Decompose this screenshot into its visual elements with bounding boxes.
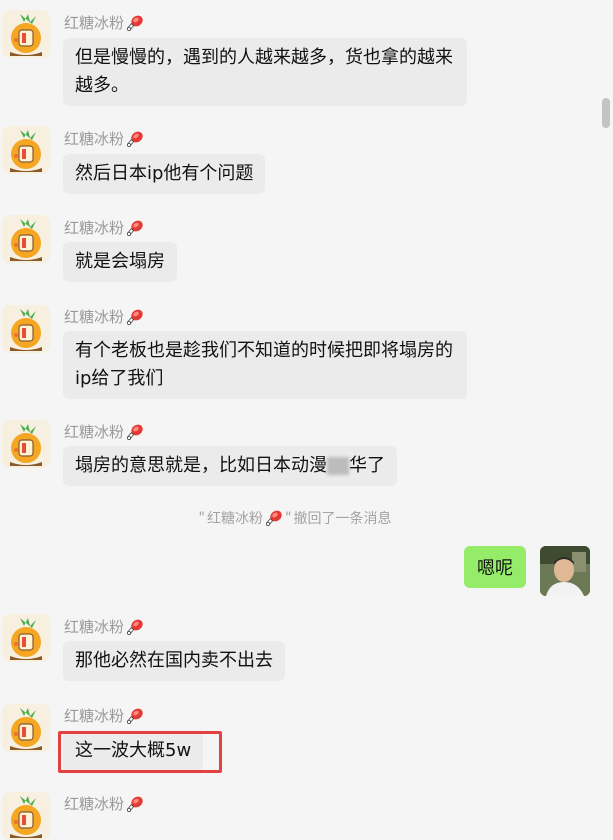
- drumstick-emoji-icon: [126, 308, 144, 326]
- quote-open: ": [198, 510, 205, 526]
- drumstick-emoji-icon: [126, 219, 144, 237]
- cartoon-carrot-avatar-icon: [2, 305, 50, 353]
- sender-name: 红糖冰粉: [64, 795, 125, 813]
- drumstick-emoji-icon: [126, 423, 144, 441]
- recall-text: 撤回了一条消息: [293, 511, 392, 527]
- sender-avatar[interactable]: [2, 305, 50, 353]
- drumstick-emoji-icon: [126, 795, 144, 813]
- message-text-part: 华了: [349, 455, 385, 476]
- sender-name: 红糖冰粉: [64, 219, 125, 237]
- quote-close: ": [285, 510, 292, 526]
- sender-name: 红糖冰粉: [64, 130, 125, 148]
- my-avatar[interactable]: [540, 546, 590, 596]
- message-bubble[interactable]: 那他必然在国内卖不出去: [63, 641, 285, 681]
- sender-name-row: 红糖冰粉: [64, 421, 144, 442]
- sender-name-row: 红糖冰粉: [64, 616, 144, 637]
- sender-avatar[interactable]: [2, 614, 50, 662]
- recall-notice: " 红糖冰粉 " 撤回了一条消息: [0, 508, 590, 528]
- drumstick-emoji-icon: [126, 707, 144, 725]
- sender-name: 红糖冰粉: [64, 14, 125, 32]
- sender-avatar[interactable]: [2, 10, 50, 58]
- sender-avatar[interactable]: [2, 215, 50, 263]
- sender-name-row: 红糖冰粉: [64, 217, 144, 238]
- cartoon-carrot-avatar-icon: [2, 215, 50, 263]
- drumstick-emoji-icon: [126, 618, 144, 636]
- cartoon-carrot-avatar-icon: [2, 614, 50, 662]
- sender-name-row: 红糖冰粉: [64, 12, 144, 33]
- sender-name-row: 红糖冰粉: [64, 128, 144, 149]
- sender-name-row: 红糖冰粉: [64, 793, 144, 814]
- scrollbar-thumb[interactable]: [602, 98, 610, 128]
- message-bubble[interactable]: 有个老板也是趁我们不知道的时候把即将塌房的ip给了我们: [63, 331, 467, 399]
- cartoon-carrot-avatar-icon: [2, 10, 50, 58]
- sender-avatar[interactable]: [2, 420, 50, 468]
- drumstick-emoji-icon: [126, 14, 144, 32]
- sender-name: 红糖冰粉: [64, 707, 125, 725]
- cartoon-carrot-avatar-icon: [2, 420, 50, 468]
- sender-name-row: 红糖冰粉: [64, 705, 144, 726]
- sender-name-row: 红糖冰粉: [64, 306, 144, 327]
- message-bubble[interactable]: 但是慢慢的，遇到的人越来越多，货也拿的越来越多。: [63, 38, 467, 106]
- my-message-bubble[interactable]: 嗯呢: [464, 546, 526, 588]
- message-text-part: 塌房的意思就是，比如日本动漫: [75, 455, 327, 476]
- sender-name: 红糖冰粉: [64, 618, 125, 636]
- message-bubble[interactable]: 就是会塌房: [63, 242, 177, 282]
- highlight-box: [58, 731, 222, 773]
- sender-name: 红糖冰粉: [64, 308, 125, 326]
- cartoon-carrot-avatar-icon: [2, 126, 50, 174]
- sender-avatar[interactable]: [2, 704, 50, 752]
- message-bubble[interactable]: 然后日本ip他有个问题: [63, 154, 266, 194]
- sender-name: 红糖冰粉: [64, 423, 125, 441]
- cartoon-carrot-avatar-icon: [2, 704, 50, 752]
- drumstick-emoji-icon: [265, 509, 283, 527]
- cartoon-carrot-avatar-icon: [2, 792, 50, 840]
- drumstick-emoji-icon: [126, 130, 144, 148]
- recall-sender-name: 红糖冰粉: [207, 511, 263, 527]
- redacted-blur: [327, 457, 349, 475]
- sender-avatar[interactable]: [2, 126, 50, 174]
- sender-avatar[interactable]: [2, 792, 50, 840]
- message-bubble[interactable]: 塌房的意思就是，比如日本动漫 华了: [63, 446, 397, 486]
- user-photo-avatar: [540, 546, 590, 596]
